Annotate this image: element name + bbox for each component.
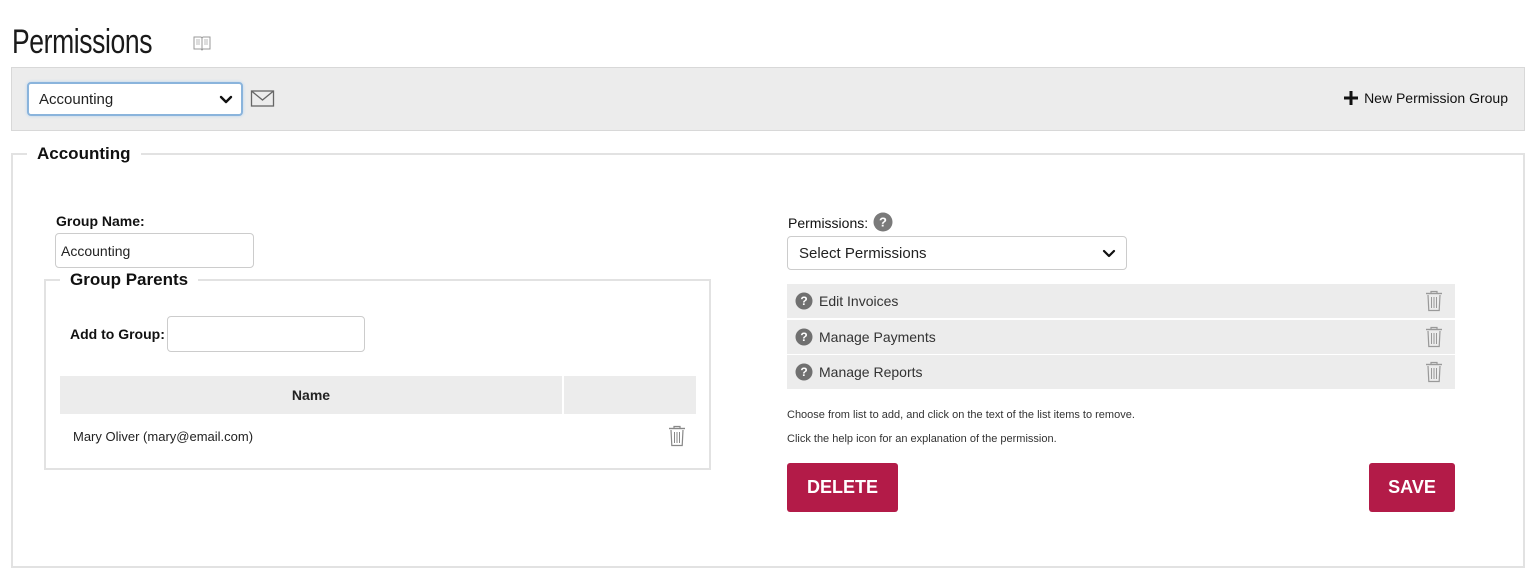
permission-label[interactable]: Edit Invoices xyxy=(819,293,898,309)
column-header-name[interactable]: Name xyxy=(60,376,562,414)
page-title: Permissions xyxy=(12,22,153,61)
permission-item-edit-invoices[interactable]: ? Edit Invoices xyxy=(787,284,1455,318)
chevron-down-icon xyxy=(219,95,233,104)
book-icon[interactable] xyxy=(193,34,211,52)
parents-table-header: Name xyxy=(60,376,696,414)
permission-label[interactable]: Manage Reports xyxy=(819,364,923,380)
help-icon[interactable]: ? xyxy=(795,363,813,381)
trash-icon[interactable] xyxy=(1425,290,1443,312)
help-icon[interactable]: ? xyxy=(795,328,813,346)
help-icon[interactable]: ? xyxy=(795,292,813,310)
add-to-group-label: Add to Group: xyxy=(70,326,165,342)
hint-text-help: Click the help icon for an explanation o… xyxy=(787,433,1057,445)
trash-icon[interactable] xyxy=(668,425,686,447)
add-to-group-input[interactable] xyxy=(167,316,365,352)
group-name-label: Group Name: xyxy=(56,213,145,229)
group-name-value: Accounting xyxy=(61,242,131,259)
group-legend: Accounting xyxy=(37,144,131,163)
mail-icon[interactable] xyxy=(250,89,276,109)
page-title-wrap: Permissions xyxy=(12,22,211,62)
permissions-select-value: Select Permissions xyxy=(799,244,927,262)
group-name-input[interactable]: Accounting xyxy=(55,233,254,268)
trash-icon[interactable] xyxy=(1425,361,1443,383)
permission-item-manage-reports[interactable]: ? Manage Reports xyxy=(787,355,1455,389)
permissions-select[interactable]: Select Permissions xyxy=(787,236,1127,270)
svg-text:?: ? xyxy=(879,215,887,230)
plus-icon xyxy=(1344,91,1359,105)
help-icon[interactable]: ? xyxy=(873,212,893,232)
permission-label[interactable]: Manage Payments xyxy=(819,329,936,345)
hint-text-add-remove: Choose from list to add, and click on th… xyxy=(787,409,1135,421)
new-permission-group-label: New Permission Group xyxy=(1364,90,1508,106)
trash-icon[interactable] xyxy=(1425,326,1443,348)
permissions-label: Permissions: xyxy=(788,215,869,231)
svg-text:?: ? xyxy=(800,294,807,308)
permission-item-manage-payments[interactable]: ? Manage Payments xyxy=(787,320,1455,354)
delete-button[interactable]: DELETE xyxy=(787,463,898,512)
table-row: Mary Oliver (mary@email.com) xyxy=(60,414,696,458)
column-header-actions xyxy=(564,376,696,414)
parent-name: Mary Oliver (mary@email.com) xyxy=(73,428,254,444)
save-button[interactable]: SAVE xyxy=(1369,463,1455,512)
svg-text:?: ? xyxy=(800,365,807,379)
new-permission-group-button[interactable]: New Permission Group xyxy=(1344,90,1508,106)
svg-text:?: ? xyxy=(800,330,807,344)
toolbar: Accounting New Permission Group xyxy=(11,67,1525,131)
group-select[interactable]: Accounting xyxy=(27,82,243,116)
group-parents-legend: Group Parents xyxy=(70,270,189,289)
chevron-down-icon xyxy=(1102,249,1116,258)
group-select-value: Accounting xyxy=(39,90,114,108)
